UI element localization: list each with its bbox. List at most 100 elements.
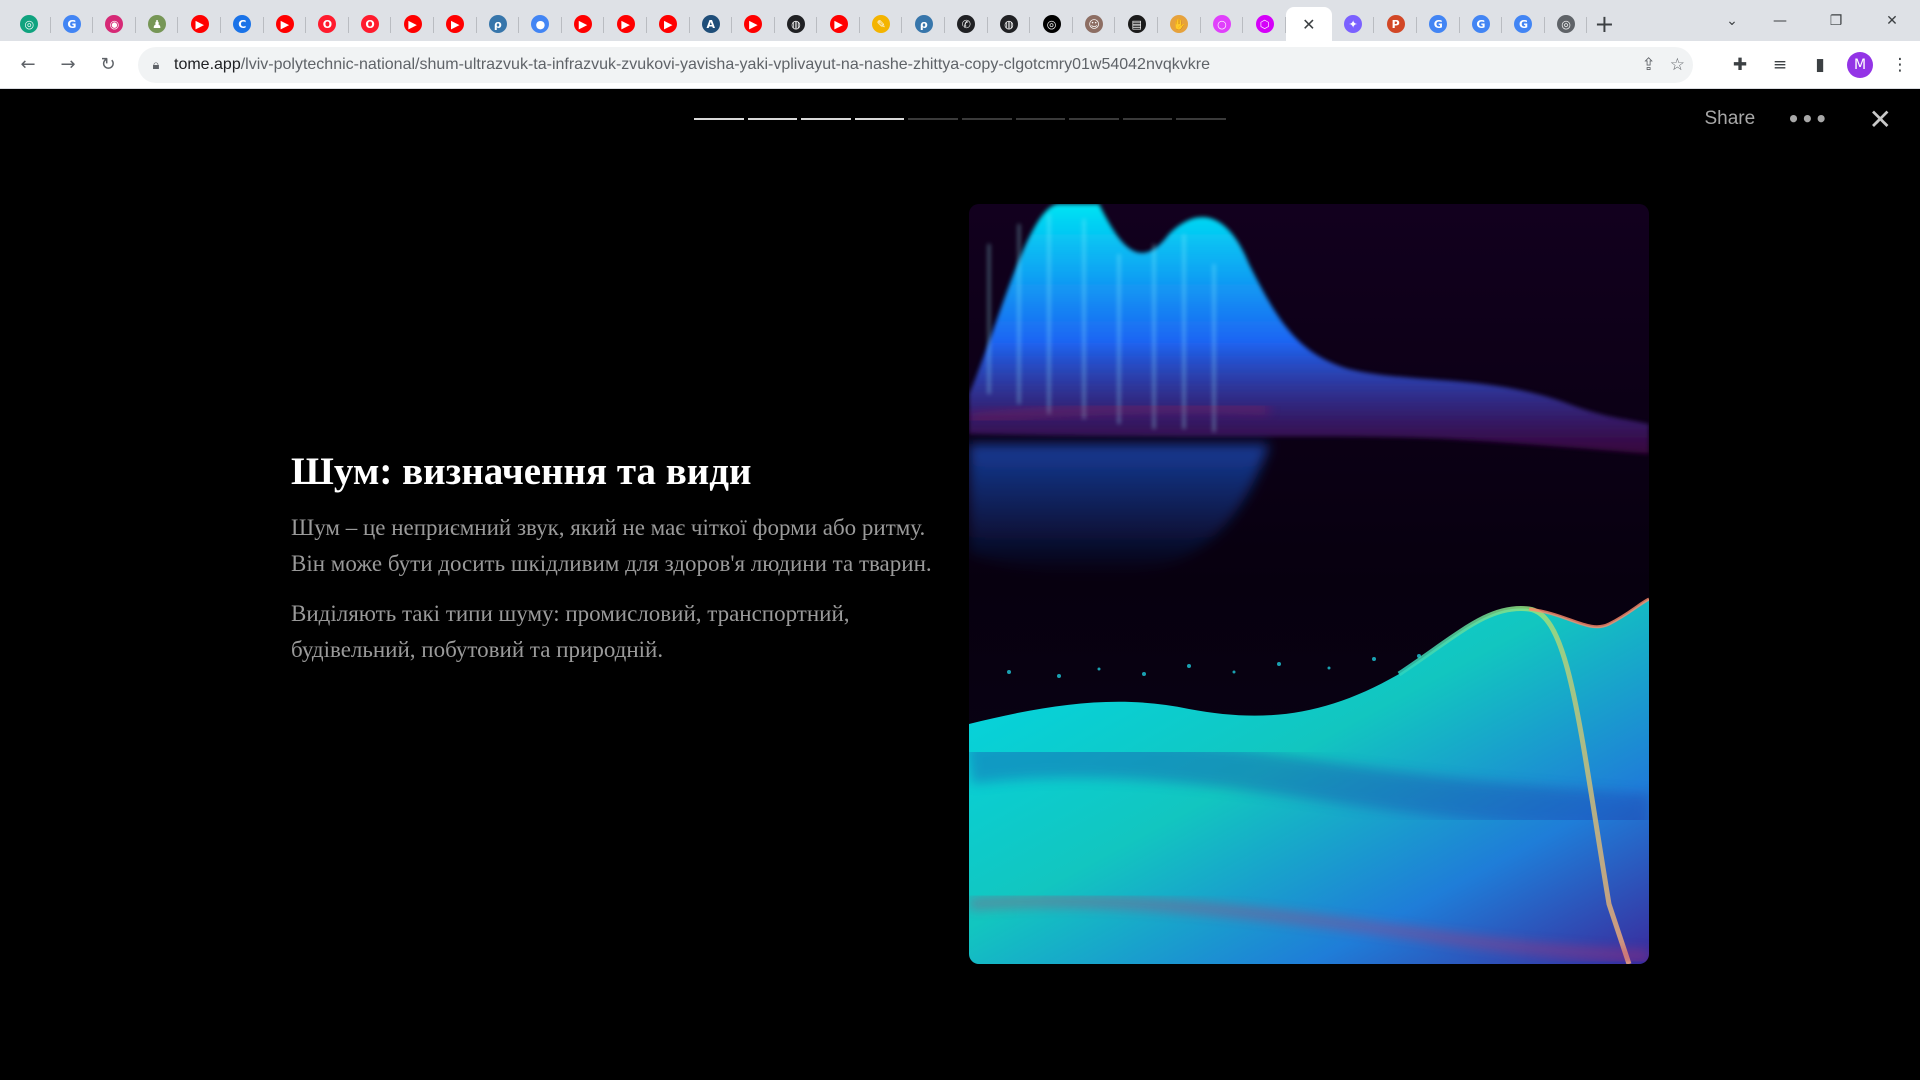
close-presentation-icon[interactable]: ✕: [1869, 103, 1892, 136]
browser-tab[interactable]: ▶: [817, 7, 860, 41]
profile-avatar[interactable]: M: [1847, 52, 1873, 78]
side-panel-icon[interactable]: ▮: [1800, 45, 1840, 85]
browser-tab[interactable]: ◎: [1030, 7, 1073, 41]
slide-progress-bar: [694, 118, 1226, 120]
minimize-icon[interactable]: —: [1752, 0, 1808, 41]
slide-paragraph-2: Виділяють такі типи шуму: промисловий, т…: [291, 600, 850, 662]
browser-tab[interactable]: ✆: [945, 7, 988, 41]
youtube-icon: ▶: [744, 15, 763, 33]
progress-segment[interactable]: [747, 118, 798, 120]
progress-segment[interactable]: [1176, 118, 1226, 120]
browser-tab[interactable]: A: [690, 7, 733, 41]
browser-tab[interactable]: ρ: [477, 7, 520, 41]
share-button[interactable]: Share: [1704, 108, 1755, 130]
window-controls: ⌄ — ❐ ✕: [1712, 0, 1920, 41]
url-host: tome.app: [174, 56, 241, 73]
browser-tab[interactable]: ▶: [732, 7, 775, 41]
progress-segment[interactable]: [908, 118, 958, 120]
active-browser-tab[interactable]: ✕: [1285, 7, 1332, 41]
youtube-icon: ▶: [190, 15, 209, 33]
avatar-icon: ☺: [1085, 15, 1104, 33]
reload-icon[interactable]: ↻: [88, 45, 128, 85]
copilot-icon: ✦: [1344, 15, 1363, 33]
slide-image-sound-waves: [969, 204, 1649, 964]
browser-tab[interactable]: ▶: [264, 7, 307, 41]
pen-icon: ✎: [872, 15, 891, 33]
chatgpt-icon: ◎: [20, 15, 39, 33]
browser-tab[interactable]: C: [221, 7, 264, 41]
browser-tab[interactable]: G: [51, 7, 94, 41]
browser-tab[interactable]: ▶: [391, 7, 434, 41]
browser-tab[interactable]: ⬡: [1243, 7, 1286, 41]
browser-tab[interactable]: ρ: [902, 7, 945, 41]
google-icon: G: [1429, 15, 1448, 33]
browser-tab[interactable]: ◎: [1545, 7, 1588, 41]
progress-segment[interactable]: [1122, 118, 1173, 120]
google-icon: G: [1514, 15, 1533, 33]
more-options-icon[interactable]: •••: [1787, 107, 1828, 131]
bookmark-star-icon[interactable]: ☆: [1670, 55, 1685, 75]
media-controls-icon[interactable]: ≡: [1760, 45, 1800, 85]
browser-tab[interactable]: ✎: [860, 7, 903, 41]
browser-tab[interactable]: P: [1374, 7, 1417, 41]
browser-tab[interactable]: ○: [1201, 7, 1244, 41]
browser-toolbar: ← → ↻ 🔒︎ tome.app/lviv-polytechnic-natio…: [0, 41, 1920, 89]
chrome-menu-icon[interactable]: ⋮: [1880, 45, 1920, 85]
opera-icon: O: [361, 15, 380, 33]
progress-segment[interactable]: [694, 118, 744, 120]
browser-tab[interactable]: ☺: [1073, 7, 1116, 41]
forward-icon[interactable]: →: [48, 45, 88, 85]
phone-icon: ✆: [957, 15, 976, 33]
slide-text-block: Шум: визначення та види Шум – це неприєм…: [291, 449, 951, 682]
share-page-icon[interactable]: ⇪: [1642, 55, 1656, 75]
browser-tab[interactable]: G: [1460, 7, 1503, 41]
browser-tab[interactable]: ✦: [1332, 7, 1375, 41]
hexagon-icon: ⬡: [1255, 15, 1274, 33]
slide-paragraph-1: Шум – це неприємний звук, який не має чі…: [291, 514, 932, 576]
close-tab-icon[interactable]: ✕: [1302, 15, 1315, 34]
progress-segment[interactable]: [854, 118, 905, 120]
youtube-icon: ▶: [275, 15, 294, 33]
lock-icon[interactable]: 🔒︎: [138, 57, 174, 73]
browser-tab[interactable]: ▶: [434, 7, 477, 41]
browser-tab[interactable]: ✋: [1158, 7, 1201, 41]
globe-icon: ◍: [786, 15, 805, 33]
tab-search-icon[interactable]: ⌄: [1712, 0, 1752, 41]
progress-segment[interactable]: [1069, 118, 1119, 120]
youtube-icon: ▶: [403, 15, 422, 33]
extension-area: ✚ ≡ ▮ M ⋮: [1720, 41, 1920, 89]
google-icon: G: [1471, 15, 1490, 33]
browser-tab[interactable]: ▶: [562, 7, 605, 41]
globe-icon: ◍: [999, 15, 1018, 33]
browser-tab[interactable]: G: [1502, 7, 1545, 41]
progress-segment[interactable]: [961, 118, 1012, 120]
browser-tab[interactable]: ◎: [8, 7, 51, 41]
browser-tab[interactable]: ◍: [775, 7, 818, 41]
restore-icon[interactable]: ❐: [1808, 0, 1864, 41]
youtube-icon: ▶: [829, 15, 848, 33]
terminal-icon: ▤: [1127, 15, 1146, 33]
ring-icon: ○: [1212, 15, 1231, 33]
browser-tab[interactable]: ▶: [178, 7, 221, 41]
browser-tab[interactable]: ◉: [93, 7, 136, 41]
extensions-puzzle-icon[interactable]: ✚: [1720, 45, 1760, 85]
browser-tab[interactable]: ♟: [136, 7, 179, 41]
browser-tab[interactable]: ▤: [1115, 7, 1158, 41]
browser-tab[interactable]: O: [349, 7, 392, 41]
browser-tab[interactable]: ●: [519, 7, 562, 41]
google-translate-icon: G: [62, 15, 81, 33]
browser-tab[interactable]: G: [1417, 7, 1460, 41]
address-bar[interactable]: 🔒︎ tome.app/lviv-polytechnic-national/sh…: [138, 47, 1693, 83]
url-text[interactable]: tome.app/lviv-polytechnic-national/shum-…: [174, 56, 1210, 74]
youtube-icon: ▶: [574, 15, 593, 33]
window-close-icon[interactable]: ✕: [1864, 0, 1920, 41]
browser-tab[interactable]: O: [306, 7, 349, 41]
browser-tab[interactable]: ▶: [647, 7, 690, 41]
new-tab-icon[interactable]: +: [1587, 7, 1621, 41]
back-icon[interactable]: ←: [8, 45, 48, 85]
progress-segment[interactable]: [1015, 118, 1066, 120]
browser-tab[interactable]: ◍: [988, 7, 1031, 41]
browser-tab[interactable]: ▶: [604, 7, 647, 41]
chess-icon: ♟: [148, 15, 167, 33]
progress-segment[interactable]: [801, 118, 851, 120]
